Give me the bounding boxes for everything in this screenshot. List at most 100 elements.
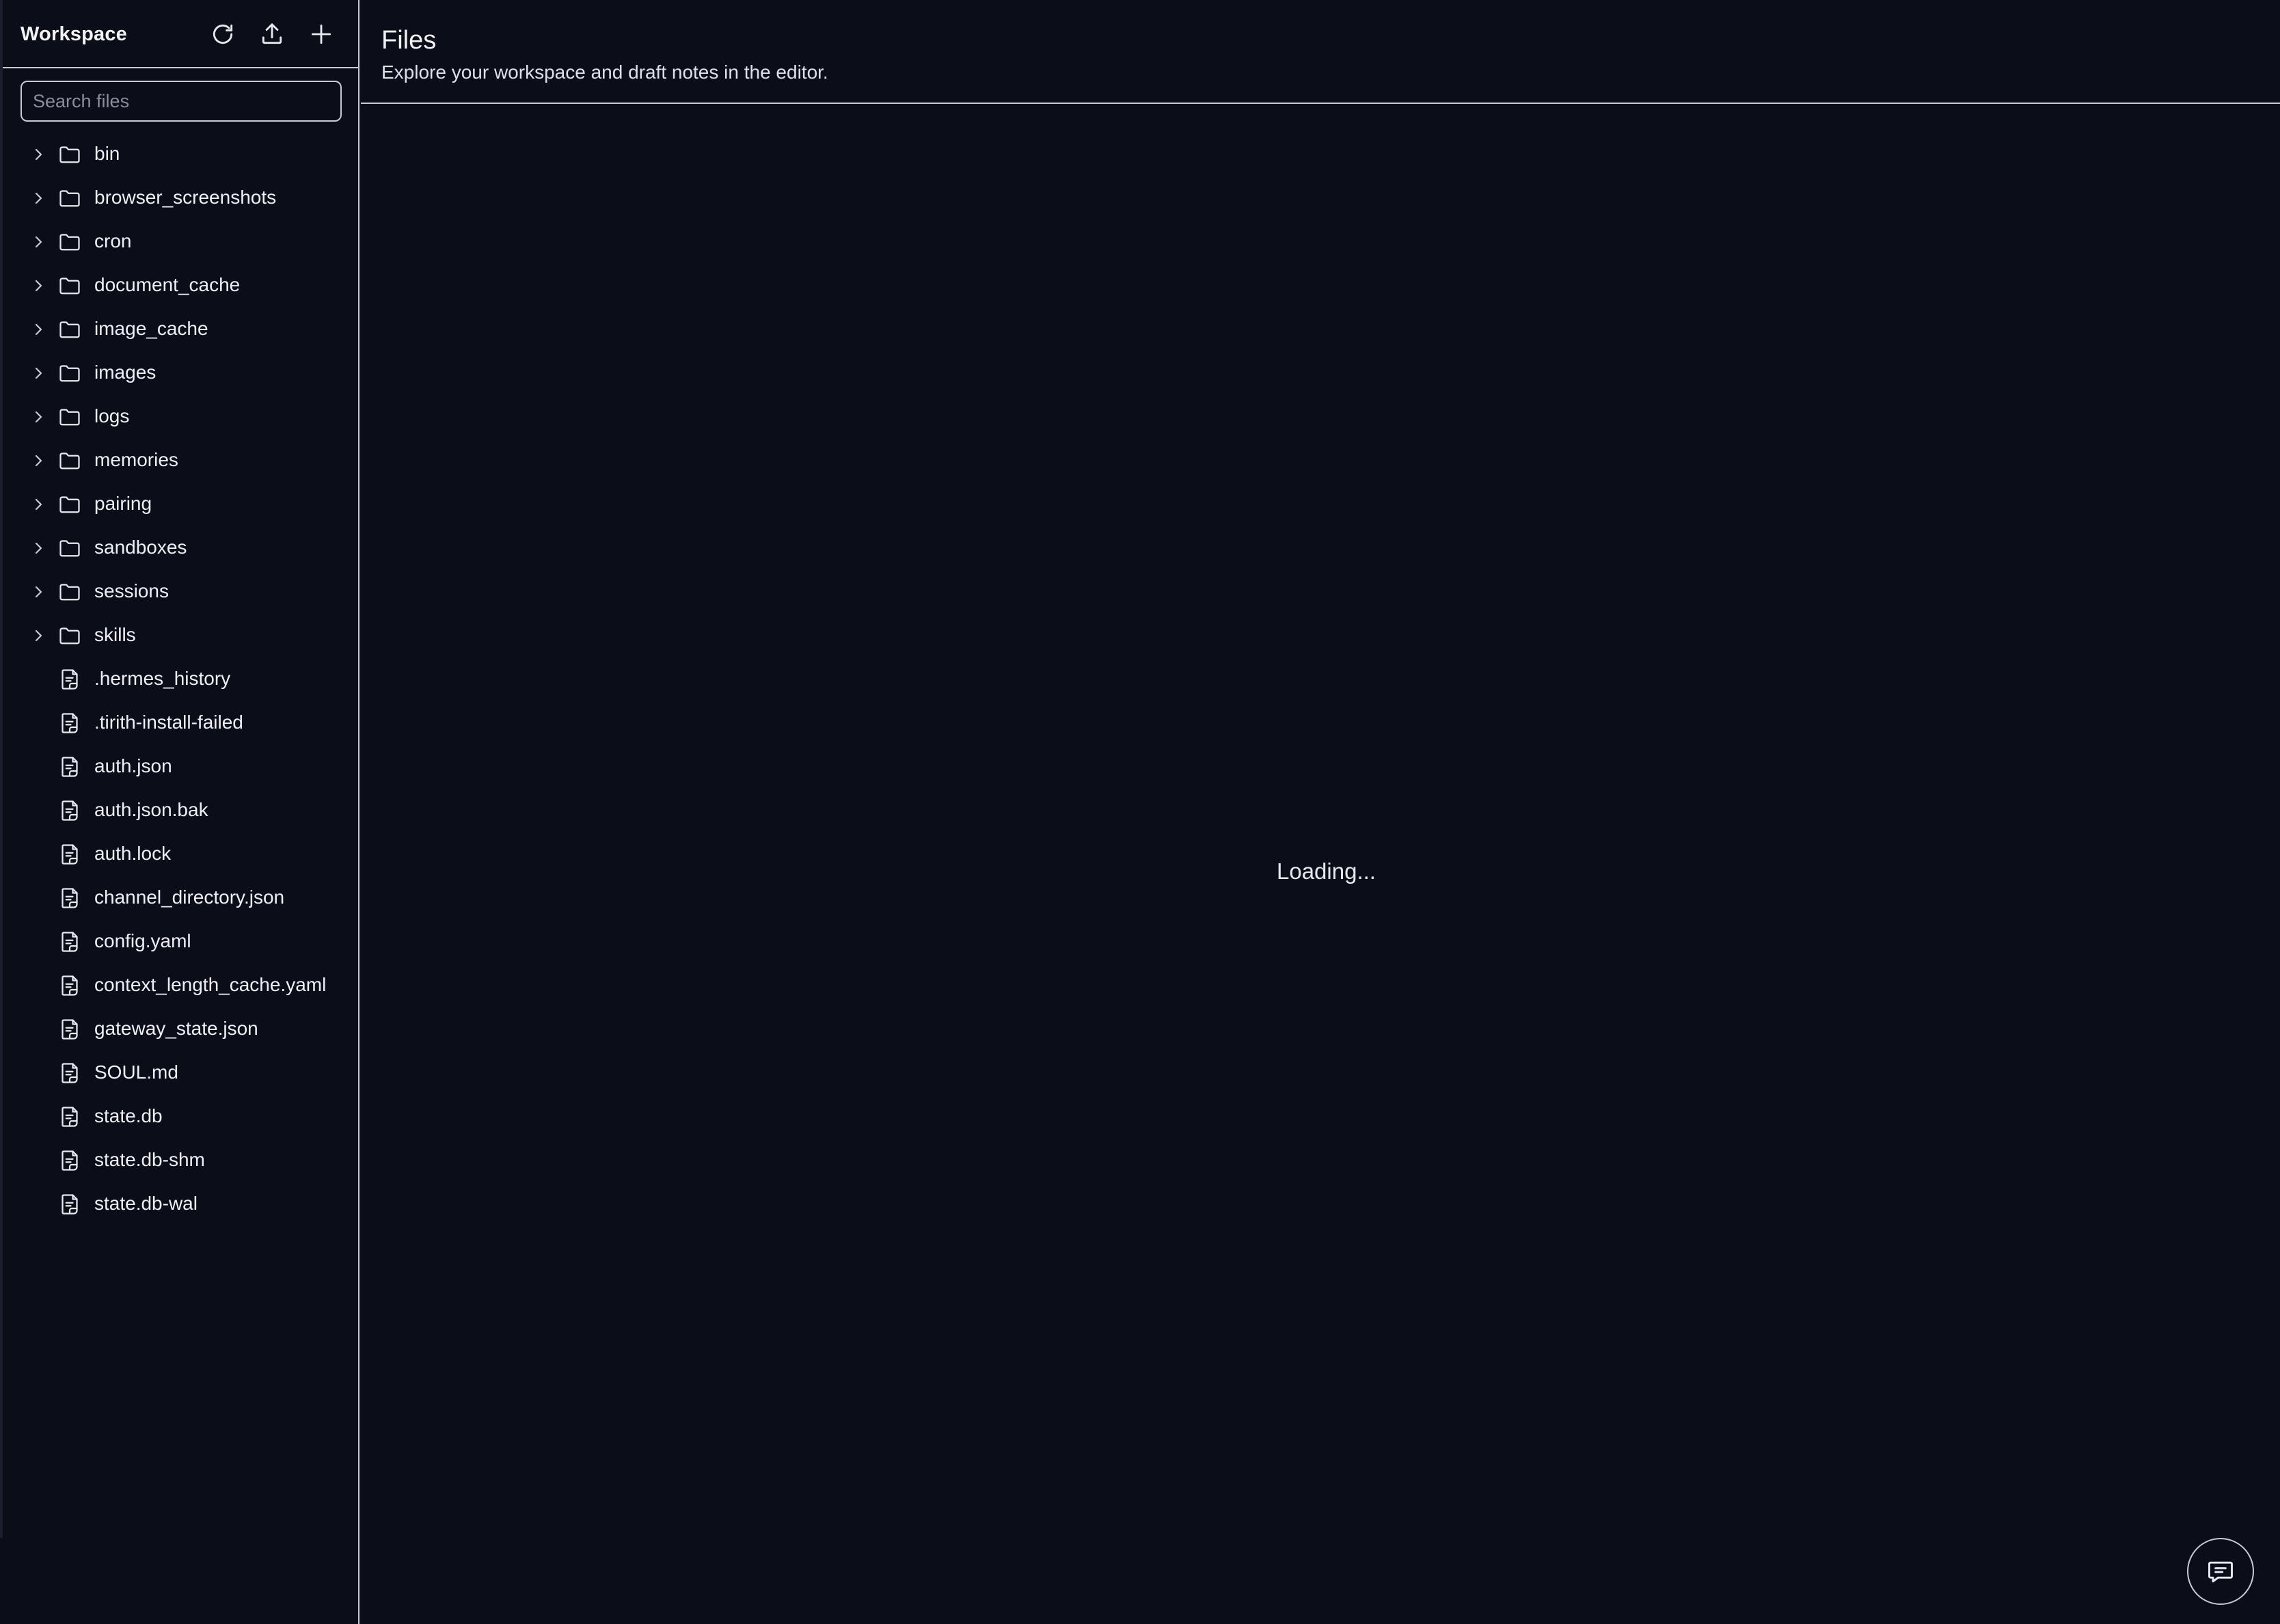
folder-name: bin — [94, 143, 120, 164]
loading-indicator: Loading... — [1277, 858, 1376, 884]
folder-icon — [57, 405, 82, 429]
file-icon — [57, 1017, 82, 1042]
plus-icon — [311, 24, 331, 44]
file-item[interactable]: state.db-wal — [3, 1182, 358, 1226]
folder-icon — [57, 142, 82, 167]
folder-item[interactable]: browser_screenshots — [3, 176, 358, 220]
folder-name: sessions — [94, 580, 169, 601]
file-name: gateway_state.json — [94, 1018, 258, 1039]
file-name: context_length_cache.yaml — [94, 974, 327, 995]
file-item[interactable]: state.db — [3, 1095, 358, 1139]
folder-icon — [57, 273, 82, 298]
file-tree: bin browser_screenshotscron document_cache… — [3, 133, 358, 1226]
search-files-input[interactable] — [21, 81, 342, 122]
file-icon — [57, 973, 82, 998]
file-icon — [57, 798, 82, 823]
file-icon — [57, 711, 82, 735]
folder-icon — [57, 361, 82, 385]
folder-name: sandboxes — [94, 537, 187, 558]
workspace-sidebar: Workspace Search files bin browser_scree… — [3, 0, 359, 1624]
file-item[interactable]: gateway_state.json — [3, 1007, 358, 1051]
upload-icon — [262, 23, 282, 44]
upload-button[interactable] — [256, 18, 288, 51]
main-header: Files Explore your workspace and draft n… — [361, 0, 2280, 104]
file-icon — [57, 1061, 82, 1085]
folder-name: logs — [94, 405, 130, 427]
file-item[interactable]: auth.json — [3, 745, 358, 789]
chat-button[interactable] — [2187, 1538, 2254, 1605]
chevron-right-icon[interactable] — [30, 452, 46, 469]
new-file-button[interactable] — [305, 18, 338, 51]
refresh-button[interactable] — [206, 18, 239, 51]
file-item[interactable]: state.db-shm — [3, 1139, 358, 1182]
chevron-right-icon[interactable] — [30, 365, 46, 381]
file-item[interactable]: auth.lock — [3, 833, 358, 876]
folder-item[interactable]: sessions — [3, 570, 358, 614]
chevron-right-icon[interactable] — [30, 278, 46, 294]
chat-icon — [2208, 1561, 2233, 1583]
folder-item[interactable]: images — [3, 351, 358, 395]
folder-item[interactable]: memories — [3, 439, 358, 483]
file-icon — [57, 1192, 82, 1217]
sidebar-header: Workspace — [3, 0, 358, 68]
folder-name: memories — [94, 449, 178, 470]
file-icon — [57, 886, 82, 910]
chevron-right-icon[interactable] — [30, 584, 46, 600]
file-name: state.db — [94, 1105, 163, 1126]
file-item[interactable]: SOUL.md — [3, 1051, 358, 1095]
chevron-right-icon[interactable] — [30, 234, 46, 250]
file-name: auth.lock — [94, 843, 172, 864]
folder-icon — [57, 186, 82, 211]
folder-item[interactable]: sandboxes — [3, 526, 358, 570]
folder-icon — [57, 448, 82, 473]
file-item[interactable]: config.yaml — [3, 920, 358, 964]
file-item[interactable]: context_length_cache.yaml — [3, 964, 358, 1007]
page-subtitle: Explore your workspace and draft notes i… — [381, 62, 828, 83]
folder-item[interactable]: document_cache — [3, 264, 358, 308]
file-icon — [57, 1105, 82, 1129]
folder-item[interactable]: bin — [3, 133, 358, 176]
file-name: channel_directory.json — [94, 887, 285, 908]
folder-item[interactable]: cron — [3, 220, 358, 264]
file-name: config.yaml — [94, 930, 191, 951]
chevron-right-icon[interactable] — [30, 190, 46, 206]
chevron-right-icon[interactable] — [30, 496, 46, 513]
file-item[interactable]: channel_directory.json — [3, 876, 358, 920]
folder-item[interactable]: skills — [3, 614, 358, 658]
chevron-right-icon[interactable] — [30, 146, 46, 163]
chevron-right-icon[interactable] — [30, 627, 46, 644]
file-item[interactable]: .hermes_history — [3, 658, 358, 701]
folder-icon — [57, 623, 82, 648]
file-name: state.db-shm — [94, 1149, 205, 1170]
folder-item[interactable]: pairing — [3, 483, 358, 526]
folder-icon — [57, 580, 82, 604]
files-app: Workspace Search files bin browser_scree… — [0, 0, 2280, 1624]
folder-name: images — [94, 362, 157, 383]
folder-item[interactable]: logs — [3, 395, 358, 439]
refresh-icon — [213, 24, 233, 44]
chevron-right-icon[interactable] — [30, 409, 46, 425]
file-name: state.db-wal — [94, 1193, 198, 1214]
folder-name: cron — [94, 230, 132, 252]
file-name: auth.json.bak — [94, 799, 208, 820]
file-icon — [57, 667, 82, 692]
folder-name: document_cache — [94, 274, 241, 295]
chevron-right-icon[interactable] — [30, 540, 46, 556]
page-title: Files — [381, 26, 437, 55]
folder-name: image_cache — [94, 318, 208, 339]
file-icon — [57, 755, 82, 779]
file-item[interactable]: .tirith-install-failed — [3, 701, 358, 745]
folder-name: pairing — [94, 493, 152, 514]
folder-icon — [57, 492, 82, 517]
folder-icon — [57, 230, 82, 254]
file-icon — [57, 930, 82, 954]
file-icon — [57, 1148, 82, 1173]
workspace-title: Workspace — [21, 23, 128, 45]
folder-item[interactable]: image_cache — [3, 308, 358, 351]
folder-icon — [57, 317, 82, 342]
file-icon — [57, 842, 82, 867]
file-name: SOUL.md — [94, 1061, 178, 1083]
chevron-right-icon[interactable] — [30, 321, 46, 338]
file-name: auth.json — [94, 755, 172, 776]
file-item[interactable]: auth.json.bak — [3, 789, 358, 833]
